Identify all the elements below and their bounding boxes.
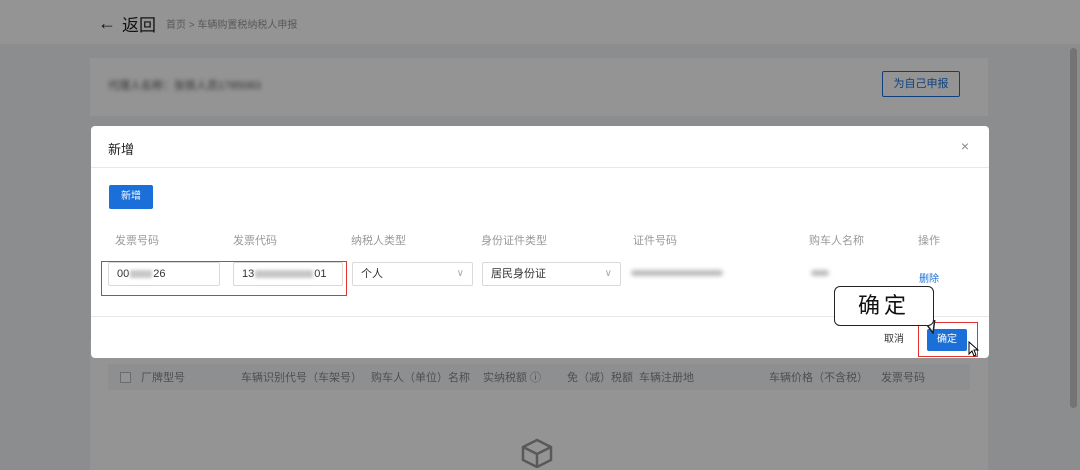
chevron-down-icon: ∨ (604, 268, 612, 279)
taxpayer-type-select[interactable]: 个人 ∨ (352, 262, 473, 286)
id-type-value: 居民身份证 (491, 268, 546, 280)
col-invoice-code: 发票代码 (233, 235, 277, 247)
invoice-table-header: 发票号码 发票代码 纳税人类型 身份证件类型 证件号码 购车人名称 操作 (91, 224, 989, 250)
col-action: 操作 (918, 235, 940, 247)
callout-label: 确定 (834, 286, 934, 326)
col-invoice-number: 发票号码 (115, 235, 159, 247)
cancel-button[interactable]: 取消 (875, 329, 913, 351)
id-number-value (631, 270, 723, 276)
invoice-fields-highlight (101, 261, 347, 296)
chevron-down-icon: ∨ (456, 268, 464, 279)
buyer-name-value (811, 270, 829, 276)
taxpayer-type-value: 个人 (361, 268, 383, 280)
col-id-type: 身份证件类型 (481, 235, 547, 247)
col-taxpayer-type: 纳税人类型 (351, 235, 406, 247)
col-buyer-name: 购车人名称 (809, 235, 864, 247)
delete-row-link[interactable]: 删除 (919, 270, 939, 285)
add-row-button[interactable]: 新增 (109, 185, 153, 209)
mouse-cursor-icon (968, 341, 980, 357)
id-type-select[interactable]: 居民身份证 ∨ (482, 262, 621, 286)
modal-title: 新增 (108, 142, 135, 157)
modal-header: 新增 × (91, 126, 989, 168)
col-id-number: 证件号码 (633, 235, 677, 247)
close-icon[interactable]: × (961, 138, 969, 154)
